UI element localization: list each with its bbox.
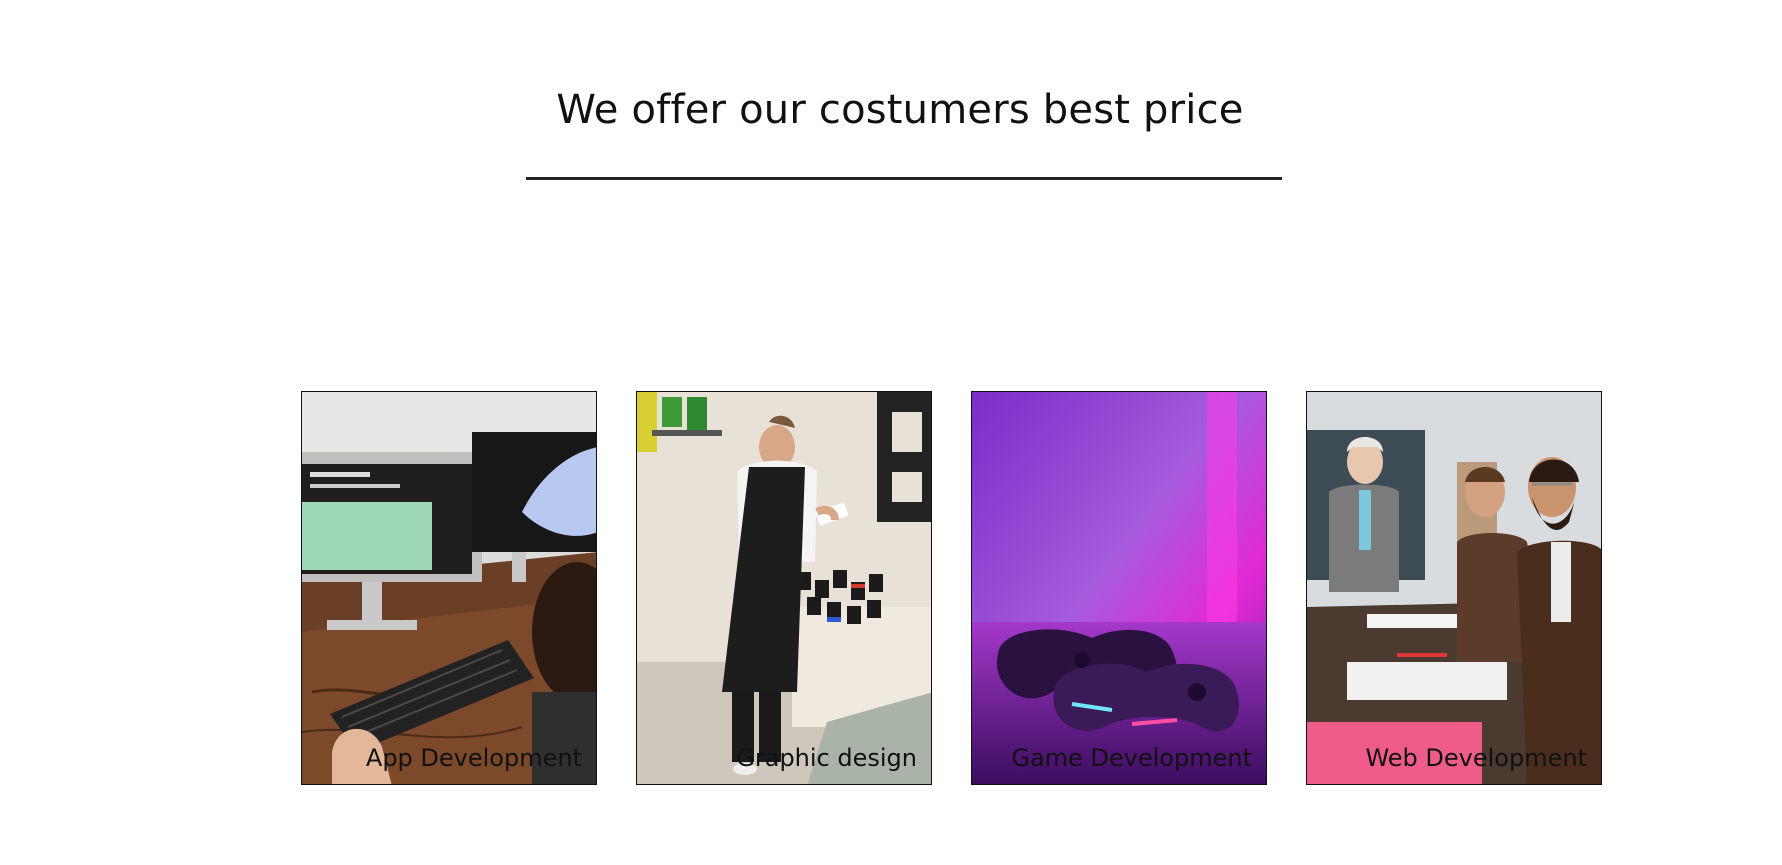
- service-card-web-development[interactable]: Web Development: [1306, 391, 1602, 785]
- game-controllers-photo-icon: [972, 392, 1266, 784]
- service-label: Graphic design: [736, 744, 917, 772]
- meeting-team-photo-icon: [1307, 392, 1601, 784]
- service-card-game-development[interactable]: Game Development: [971, 391, 1267, 785]
- desk-computer-photo-icon: [302, 392, 596, 784]
- service-card-app-development[interactable]: App Development: [301, 391, 597, 785]
- service-label: App Development: [365, 744, 582, 772]
- title-divider: [526, 177, 1282, 180]
- service-label: Game Development: [1011, 744, 1252, 772]
- services-page: We offer our costumers best price App De…: [0, 0, 1782, 865]
- service-label: Web Development: [1365, 744, 1587, 772]
- service-card-graphic-design[interactable]: Graphic design: [636, 391, 932, 785]
- paint-workshop-photo-icon: [637, 392, 931, 784]
- section-title: We offer our costumers best price: [556, 86, 1244, 133]
